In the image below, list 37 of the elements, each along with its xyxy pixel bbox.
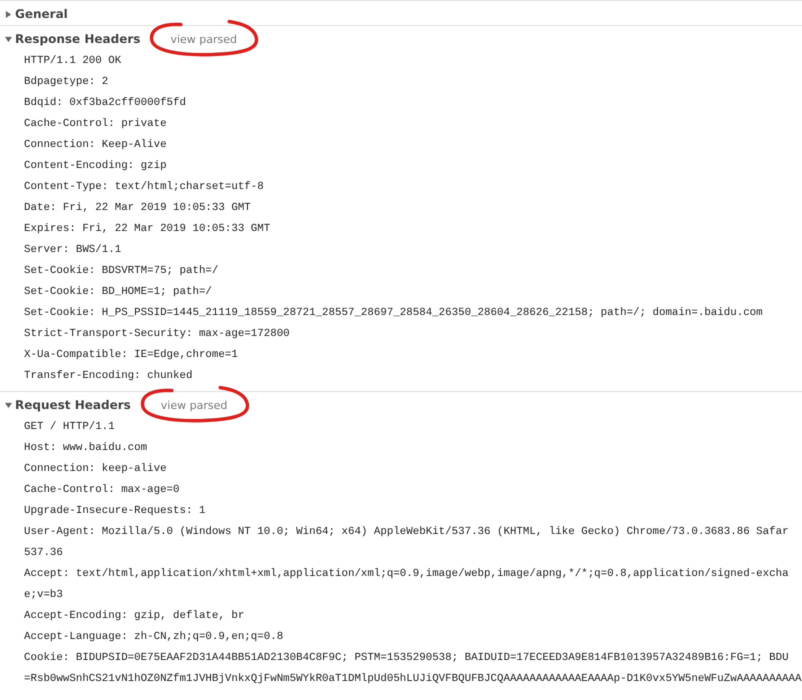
expand-triangle-icon[interactable] bbox=[5, 10, 12, 18]
header-line: Connection: keep-alive bbox=[24, 462, 168, 477]
header-line: Content-Type: text/html;charset=utf-8 bbox=[24, 180, 265, 195]
header-line: 537.36 bbox=[24, 546, 64, 561]
header-line: HTTP/1.1 200 OK bbox=[24, 54, 122, 69]
view-parsed-link[interactable]: view parsed bbox=[170, 32, 237, 46]
collapse-triangle-icon[interactable] bbox=[5, 36, 12, 42]
header-line: Set-Cookie: H_PS_PSSID=1445_21119_18559_28721_28557_28697_28584_26350_28604_28626_22158; path=/; domain=.baidu.com bbox=[24, 306, 764, 321]
view-parsed-link[interactable]: view parsed bbox=[160, 398, 228, 412]
header-line: Accept: text/html,application/xhtml+xml,application/xml;q=0.9,image/webp,image/apng,*/*;q=0.8,application/signed-excha bbox=[24, 567, 790, 582]
header-line: e;v=b3 bbox=[24, 588, 64, 603]
header-line: Set-Cookie: BDSVRTM=75; path=/ bbox=[24, 264, 220, 279]
collapse-triangle-icon[interactable] bbox=[5, 402, 12, 408]
header-line: Bdpagetype: 2 bbox=[24, 75, 110, 90]
header-line: Upgrade-Insecure-Requests: 1 bbox=[24, 504, 206, 519]
header-line: Accept-Encoding: gzip, deflate, br bbox=[24, 609, 246, 624]
header-line: =Rsb0wwSnhCS21vN1hOZ0NZfm1JVHBjVnkxQjFwNm5WYkR0aT1DMlpUd05hLUJiQVFBQUFBJCQAAAAAAAAAAAAEAAAAp-D1K0vx5YW5neWFuZwAAAAAAAAAA bbox=[24, 672, 802, 687]
header-line: Strict-Transport-Security: max-age=172800 bbox=[24, 327, 291, 342]
section-title[interactable]: Response Headers bbox=[15, 32, 140, 46]
header-line: Accept-Language: zh-CN,zh;q=0.9,en;q=0.8 bbox=[24, 630, 284, 645]
header-line: GET / HTTP/1.1 bbox=[24, 420, 116, 435]
header-line: Host: www.baidu.com bbox=[24, 441, 148, 456]
header-line: Expires: Fri, 22 Mar 2019 10:05:33 GMT bbox=[24, 222, 272, 237]
header-line: User-Agent: Mozilla/5.0 (Windows NT 10.0; Win64; x64) AppleWebKit/537.36 (KHTML, like Gecko) Chrome/73.0.3683.86 Safar bbox=[24, 525, 790, 540]
header-line: Cookie: BIDUPSID=0E75EAAF2D31A44BB51AD2130B4C8F9C; PSTM=1535290538; BAIDUID=17ECEED3A9E814FB1013957A32489B16:FG=1; BDU bbox=[24, 651, 790, 666]
header-line: Content-Encoding: gzip bbox=[24, 159, 168, 174]
header-line: Date: Fri, 22 Mar 2019 10:05:33 GMT bbox=[24, 201, 252, 216]
header-line: Set-Cookie: BD_HOME=1; path=/ bbox=[24, 285, 213, 300]
section-title[interactable]: General bbox=[15, 7, 68, 21]
header-line: Cache-Control: private bbox=[24, 117, 168, 132]
header-line: X-Ua-Compatible: IE=Edge,chrome=1 bbox=[24, 348, 239, 363]
header-line: Connection: Keep-Alive bbox=[24, 138, 168, 153]
header-line: Bdqid: 0xf3ba2cff0000f5fd bbox=[24, 96, 187, 111]
section-title[interactable]: Request Headers bbox=[15, 398, 131, 412]
header-line: Transfer-Encoding: chunked bbox=[24, 369, 194, 384]
header-line: Cache-Control: max-age=0 bbox=[24, 483, 181, 498]
header-line: Server: BWS/1.1 bbox=[24, 243, 122, 258]
